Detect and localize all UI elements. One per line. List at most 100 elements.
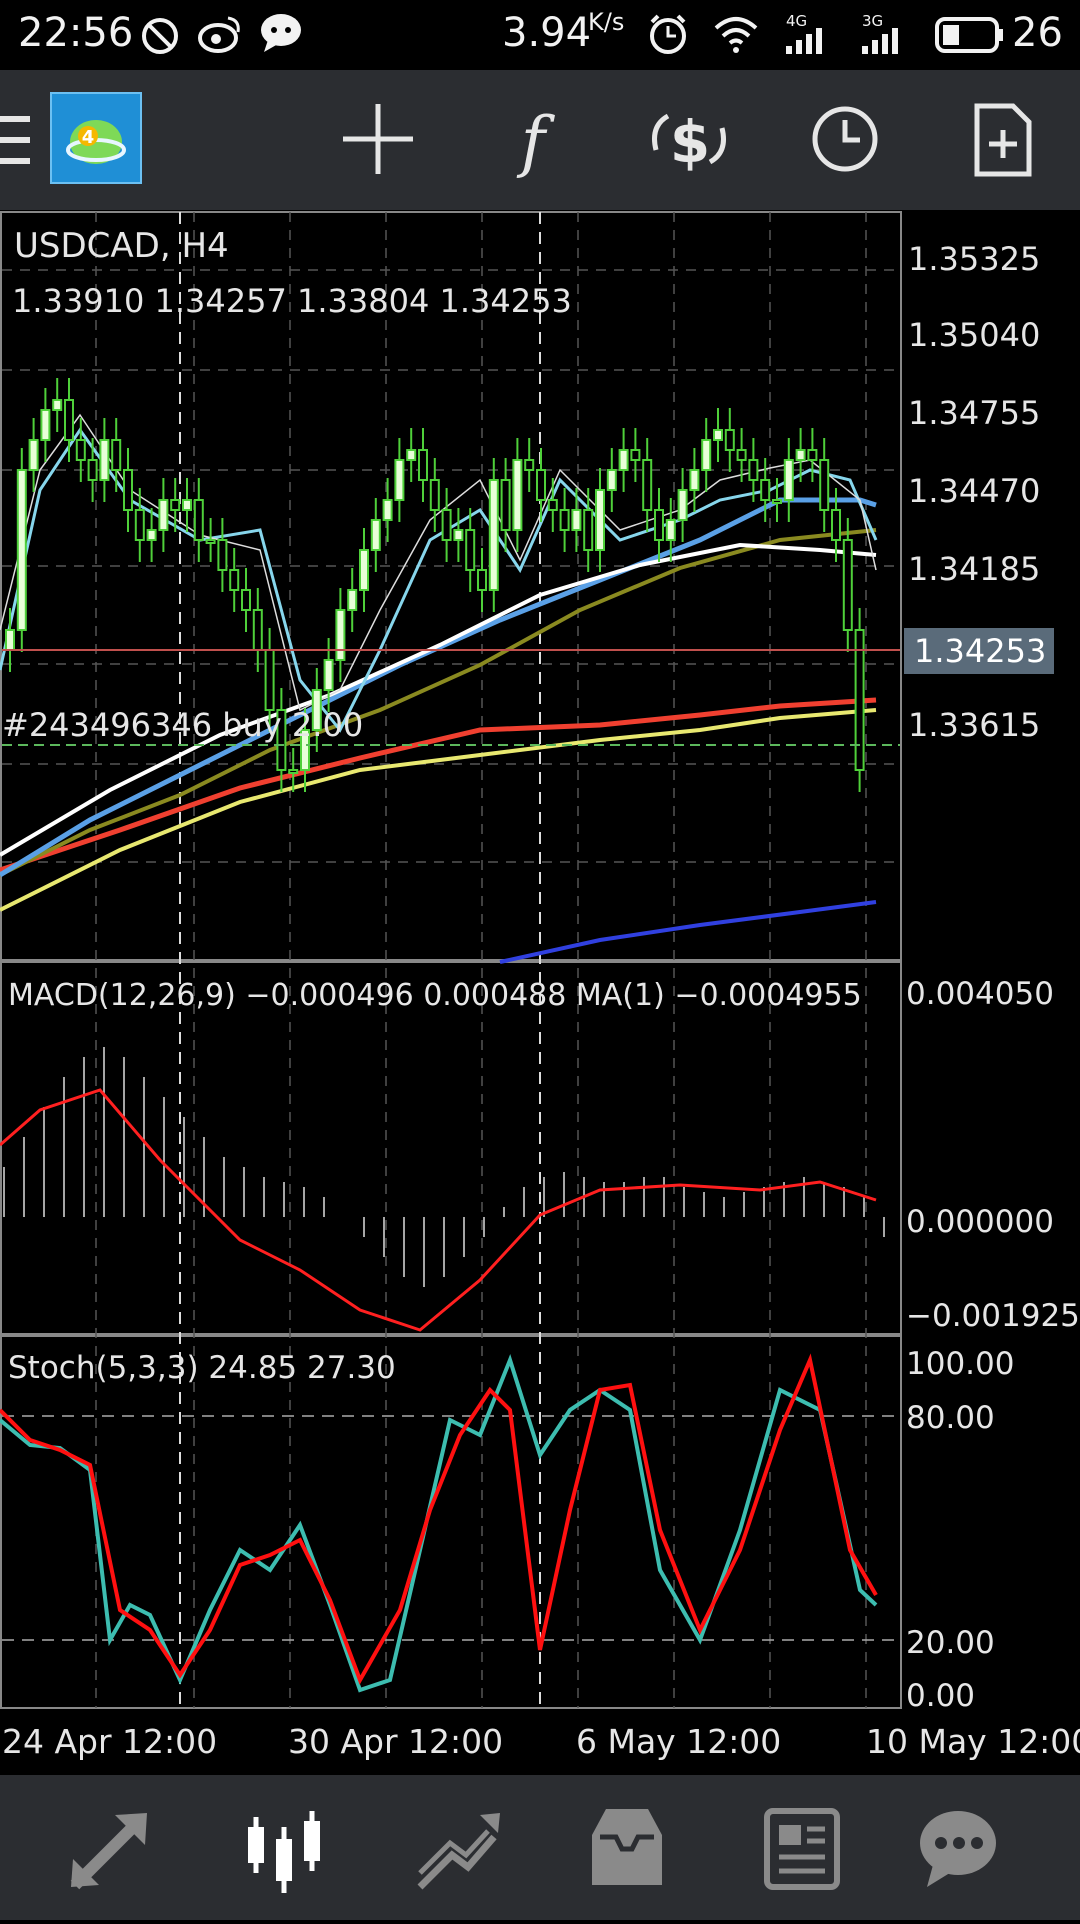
candle-body [241,589,251,611]
indicators-button[interactable]: f [478,70,588,210]
candle-body [559,509,570,531]
candle-body [630,449,641,461]
candle-body [783,459,794,501]
history-nav[interactable] [552,1775,702,1920]
battery-icon [935,17,1003,53]
crosshair-button[interactable] [323,70,433,210]
candle-body [229,569,240,591]
current-price-tag: 1.34253 [904,628,1054,674]
mt4-logo[interactable]: 4 [50,92,142,184]
candle-body [724,429,735,451]
candle-body [75,439,86,461]
candle-body [5,629,15,651]
macd-scale-zero: 0.000000 [906,1204,1054,1240]
candle-body [488,479,499,591]
candle-body [736,449,747,461]
candle-body [217,539,228,571]
logo-number: 4 [82,127,95,148]
candle-body [335,609,346,661]
macd-plot [0,1047,885,1332]
new-order-icon [974,103,1032,177]
ohlc-values: 1.33910 1.34257 1.33804 1.34253 [12,282,572,320]
candle-body [595,489,605,551]
candle-body [40,409,51,441]
macd-label: MACD(12,26,9) −0.000496 0.000488 MA(1) −… [8,978,862,1013]
chart-area[interactable]: USDCAD, H4 1.33910 1.34257 1.33804 1.342… [0,210,1080,1770]
candle-body [701,439,712,471]
candle-body [16,469,27,631]
candle-body [642,459,653,511]
stoch-label: Stoch(5,3,3) 24.85 27.30 [8,1350,396,1386]
inbox-icon [592,1809,662,1885]
chart-nav[interactable] [208,1775,358,1920]
macd-scale-top: 0.004050 [906,976,1054,1012]
status-bar: 22:56 3.94 K/s 4G 3G 26 [0,0,1080,70]
candle-body [288,769,299,774]
candle-body [252,609,263,651]
candle-body [170,499,181,511]
battery-level: 26 [1012,10,1063,56]
top-toolbar: 4 f $ [0,70,1080,210]
timeframe-clock-icon [812,106,878,172]
trade-nav[interactable] [380,1775,530,1920]
order-label[interactable]: #243496346 buy 2.00 [2,706,363,744]
svg-text:f: f [516,103,556,180]
net-unit: K/s [588,8,625,36]
mt4-logo-icon: 4 [66,120,126,164]
candle-body [795,449,806,461]
candle-body [524,459,535,471]
candle-body [477,569,487,591]
quotes-nav[interactable] [35,1775,185,1920]
candle-body [583,509,594,551]
menu-icon [0,116,30,164]
chat-bubble-icon [261,14,301,52]
candle-body [52,399,63,411]
price-label: 1.34755 [908,394,1041,432]
new-order-button[interactable] [947,70,1057,210]
trade-icon: $ [652,108,726,176]
candle-body [28,439,39,471]
candle-body [394,459,405,501]
candle-body [111,439,122,471]
trend-icon [417,1813,500,1890]
messages-nav[interactable] [883,1775,1033,1920]
candle-body [441,509,452,541]
macd-frame [0,961,902,1335]
signal-icon [786,28,822,54]
newspaper-icon [764,1808,840,1890]
ma-olive [0,528,877,877]
menu-button[interactable] [0,70,40,210]
candle-body [123,469,133,511]
candle-body [665,519,676,541]
timeframe-button[interactable] [790,70,900,210]
stoch-frame [0,1335,902,1709]
stoch-scale-0: 0.00 [906,1678,976,1714]
candle-body [99,439,110,481]
candle-body [264,649,275,711]
candle-body [323,659,334,691]
stoch-scale-20: 20.00 [906,1625,995,1661]
candle-body [512,459,523,531]
weibo-icon [198,16,240,53]
news-nav[interactable] [725,1775,875,1920]
trade-button[interactable]: $ [634,70,744,210]
candle-body [134,509,145,541]
alarm-icon [650,14,686,54]
stoch-scale-100: 100.00 [906,1346,1015,1382]
chat-icon [920,1811,996,1887]
candle-body [453,529,464,541]
crosshair-icon [343,104,413,174]
candle-body [382,499,393,521]
candle-body [831,509,841,541]
svg-text:$: $ [670,108,710,176]
candle-body [87,459,98,481]
arrows-icon [70,1813,147,1890]
bottom-navigation [0,1775,1080,1920]
candle-body [158,499,169,531]
time-label: 30 Apr 12:00 [288,1722,504,1761]
ma-blue-dark [499,900,877,964]
net-speed: 3.94 [502,10,592,56]
candle-body [347,589,358,611]
candle-body [689,469,700,491]
indicators-icon: f [516,103,556,180]
